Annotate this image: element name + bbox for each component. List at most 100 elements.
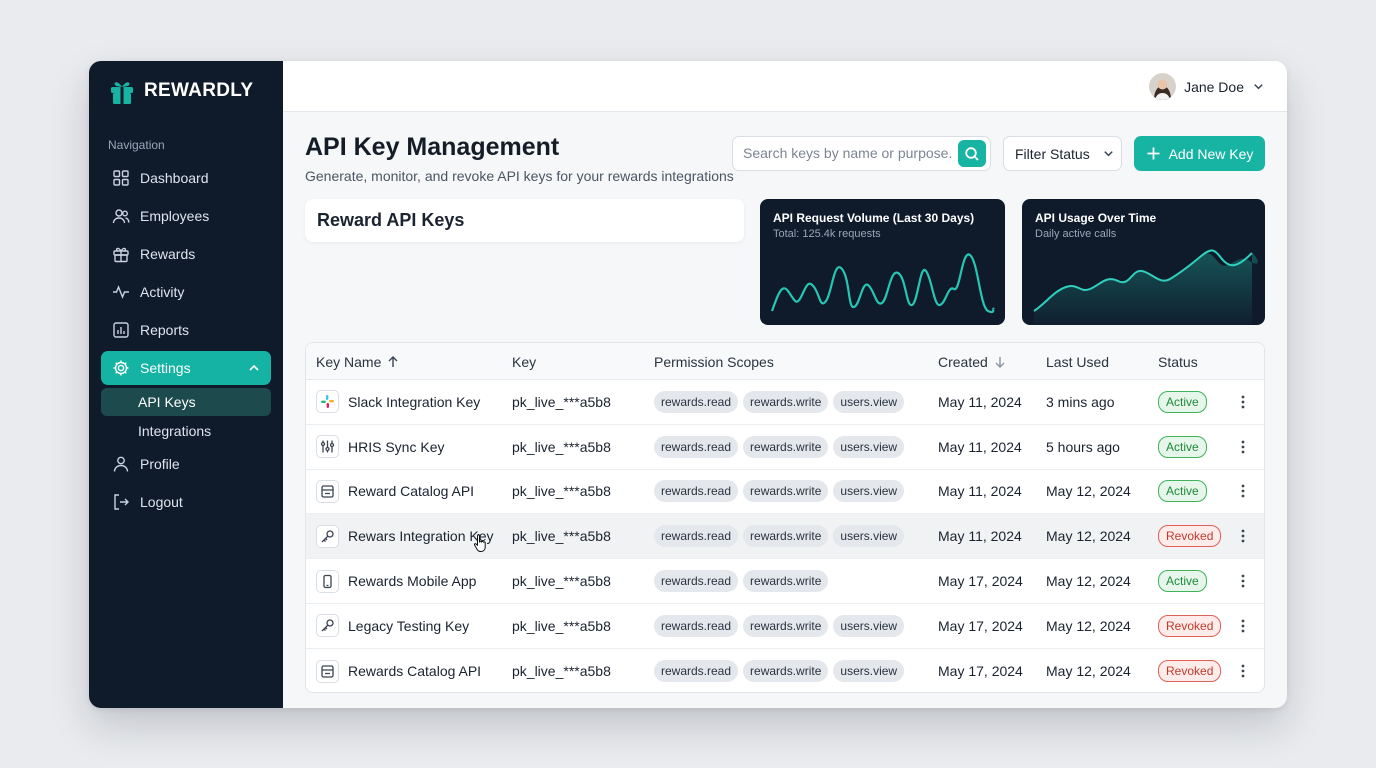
- search-box: [732, 136, 991, 171]
- last-used: May 12, 2024: [1046, 663, 1131, 680]
- scope-chip: users.view: [833, 480, 905, 503]
- user-menu[interactable]: Jane Doe: [1149, 73, 1265, 100]
- sliders-icon: [316, 435, 339, 459]
- created-date: May 11, 2024: [938, 393, 1022, 410]
- status-cell: Revoked: [1158, 604, 1222, 648]
- request-volume-chart: API Request Volume (Last 30 Days) Total:…: [760, 199, 1005, 325]
- page-title: API Key Management: [305, 133, 560, 161]
- section-header-card: Reward API Keys: [305, 199, 744, 242]
- more-options-icon[interactable]: [1234, 662, 1252, 680]
- key-icon: [316, 614, 339, 638]
- status-badge: Revoked: [1158, 525, 1222, 548]
- search-input[interactable]: [743, 145, 953, 161]
- more-options-icon[interactable]: [1234, 393, 1252, 411]
- section-title: Reward API Keys: [317, 210, 465, 230]
- scope-chip: rewards.write: [743, 570, 829, 593]
- more-options-icon[interactable]: [1234, 617, 1252, 635]
- add-new-key-button[interactable]: Add New Key: [1134, 136, 1265, 171]
- table-row[interactable]: Rewards Mobile App pk_live_***a5b8 rewar…: [306, 559, 1264, 604]
- key-value: pk_live_***a5b8: [512, 663, 611, 680]
- more-options-icon[interactable]: [1234, 527, 1252, 545]
- table-row[interactable]: Slack Integration Key pk_live_***a5b8 re…: [306, 380, 1264, 425]
- sidebar-item-activity[interactable]: Activity: [101, 275, 271, 309]
- scope-chip: rewards.read: [654, 660, 739, 683]
- catalog-icon: [316, 659, 339, 683]
- sort-ascending-icon: [388, 356, 398, 367]
- add-button-label: Add New Key: [1168, 145, 1254, 162]
- header-label: Key Name: [316, 354, 382, 370]
- column-header-key[interactable]: Key: [512, 354, 536, 370]
- brand[interactable]: REWARDLY: [109, 77, 253, 105]
- api-keys-table: Key Name Key Permission Scopes Created L…: [305, 342, 1265, 693]
- key-name-cell: Rewars Integration Key: [316, 514, 494, 558]
- table-row[interactable]: Reward Catalog API pk_live_***a5b8 rewar…: [306, 470, 1264, 515]
- sidebar-item-settings[interactable]: Settings: [101, 351, 271, 385]
- key-name: Reward Catalog API: [348, 483, 475, 500]
- last-used: 5 hours ago: [1046, 438, 1120, 455]
- phone-icon: [316, 569, 339, 593]
- sidebar-item-reports[interactable]: Reports: [101, 313, 271, 347]
- scope-chip: rewards.read: [654, 390, 739, 413]
- more-options-icon[interactable]: [1234, 572, 1252, 590]
- key-name: Rewards Mobile App: [348, 573, 477, 590]
- key-name-cell: Legacy Testing Key: [316, 604, 469, 648]
- row-actions: [1234, 425, 1252, 469]
- column-header-scopes[interactable]: Permission Scopes: [654, 354, 774, 370]
- last-used: May 12, 2024: [1046, 573, 1131, 590]
- brand-name: REWARDLY: [144, 80, 254, 101]
- logout-icon: [114, 494, 129, 510]
- search-button[interactable]: [958, 140, 986, 167]
- row-actions: [1234, 604, 1252, 648]
- sidebar-item-employees[interactable]: Employees: [101, 199, 271, 233]
- last-used: May 12, 2024: [1046, 617, 1131, 634]
- sidebar-subitem-api-keys[interactable]: API Keys: [101, 388, 271, 416]
- more-options-icon[interactable]: [1234, 438, 1252, 456]
- sidebar-item-rewards[interactable]: Rewards: [101, 237, 271, 271]
- sparkline-line: [770, 253, 995, 314]
- status-badge: Active: [1158, 390, 1207, 413]
- sidebar-item-dashboard[interactable]: Dashboard: [101, 161, 271, 195]
- key-value: pk_live_***a5b8: [512, 617, 611, 634]
- column-header-status[interactable]: Status: [1158, 354, 1198, 370]
- scope-chip: rewards.write: [743, 480, 829, 503]
- sidebar-item-profile[interactable]: Profile: [101, 447, 271, 481]
- more-options-icon[interactable]: [1234, 482, 1252, 500]
- key-name: Legacy Testing Key: [348, 617, 470, 634]
- key-name-cell: HRIS Sync Key: [316, 425, 444, 469]
- plus-icon: [1147, 147, 1160, 160]
- row-actions: [1234, 380, 1252, 424]
- sidebar-item-label: Activity: [140, 284, 185, 300]
- created-date: May 17, 2024: [938, 617, 1023, 634]
- chevron-down-icon: [1254, 84, 1263, 90]
- key-name: Rewards Catalog API: [348, 663, 482, 680]
- table-row[interactable]: HRIS Sync Key pk_live_***a5b8 rewards.re…: [306, 425, 1264, 470]
- scope-chip: rewards.write: [743, 614, 829, 637]
- column-header-key-name[interactable]: Key Name: [316, 354, 399, 370]
- search-icon: [965, 146, 979, 161]
- sidebar-item-label: Logout: [140, 494, 183, 510]
- sidebar-subitem-integrations[interactable]: Integrations: [101, 417, 271, 445]
- status-cell: Revoked: [1158, 514, 1222, 558]
- sidebar-item-label: Reports: [140, 322, 190, 338]
- filter-status-dropdown[interactable]: Filter Status: [1003, 136, 1122, 171]
- permission-scopes: rewards.read rewards.write users.view: [654, 514, 909, 558]
- column-header-last-used[interactable]: Last Used: [1046, 354, 1109, 370]
- key-name: HRIS Sync Key: [348, 438, 445, 455]
- user-name: Jane Doe: [1184, 78, 1244, 95]
- table-row[interactable]: Legacy Testing Key pk_live_***a5b8 rewar…: [306, 604, 1264, 649]
- last-used: May 12, 2024: [1046, 528, 1131, 545]
- column-header-created[interactable]: Created: [938, 354, 1006, 370]
- sidebar-item-label: Rewards: [140, 246, 196, 262]
- permission-scopes: rewards.read rewards.write users.view: [654, 649, 909, 692]
- scope-chip: users.view: [833, 614, 905, 637]
- table-row[interactable]: Rewards Catalog API pk_live_***a5b8 rewa…: [306, 649, 1264, 692]
- chevron-up-icon: [249, 364, 259, 371]
- key-name-cell: Rewards Catalog API: [316, 649, 482, 692]
- row-actions: [1234, 559, 1252, 603]
- key-value: pk_live_***a5b8: [512, 573, 611, 590]
- sidebar-item-logout[interactable]: Logout: [101, 485, 271, 519]
- scope-chip: rewards.write: [743, 525, 829, 548]
- chevron-down-icon: [1103, 151, 1113, 157]
- table-row[interactable]: Rewars Integration Key pk_live_***a5b8 r…: [306, 514, 1264, 560]
- scope-chip: rewards.write: [743, 660, 829, 683]
